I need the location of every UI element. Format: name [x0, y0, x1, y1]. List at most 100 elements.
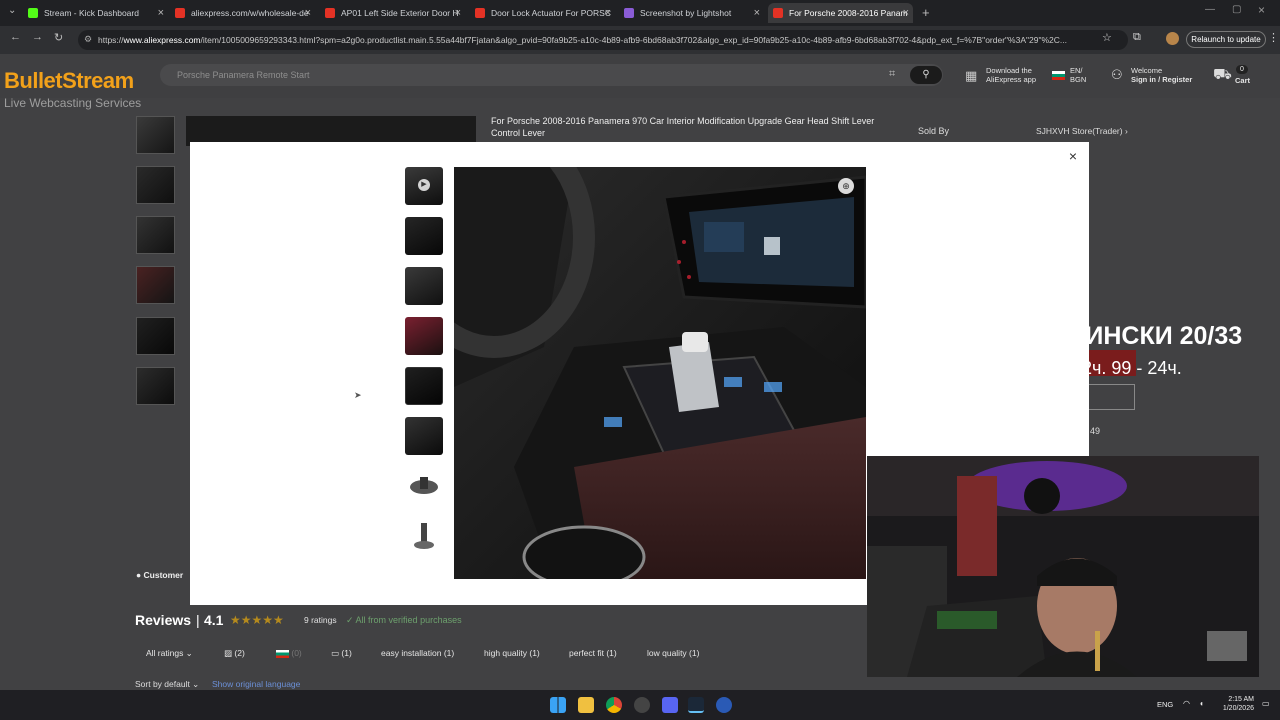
modal-thumbnail-selected[interactable]: [405, 367, 443, 405]
filter-high-quality[interactable]: high quality (1): [484, 646, 540, 661]
bulgaria-flag-icon: [1052, 71, 1065, 80]
add-to-cart-box[interactable]: [1086, 384, 1135, 410]
filter-photos-count: (2): [234, 648, 245, 658]
close-window-icon[interactable]: ×: [1258, 3, 1265, 17]
sold-by-label: Sold By: [918, 126, 950, 136]
relaunch-button[interactable]: Relaunch to update: [1186, 31, 1266, 48]
menu-dots-icon[interactable]: ⋮: [1268, 31, 1279, 44]
store-name-link[interactable]: SJHXVH Store(Trader) ›: [1036, 126, 1128, 136]
file-explorer-icon[interactable]: [578, 697, 594, 713]
bulletstream-logo: BulletStream: [4, 68, 134, 93]
tab-label: AP01 Left Side Exterior Door H: [341, 8, 459, 18]
image-search-icon[interactable]: ⌗: [889, 68, 895, 81]
modal-main-image[interactable]: [454, 167, 866, 579]
zoom-icon[interactable]: ⊕: [838, 178, 854, 194]
show-original-language-link[interactable]: Show original language: [212, 679, 300, 689]
filter-low-quality[interactable]: low quality (1): [647, 646, 699, 661]
sign-in-register: Sign in / Register: [1131, 75, 1193, 84]
gallery-thumbnail[interactable]: [136, 266, 175, 304]
filter-country[interactable]: (0): [276, 646, 302, 661]
modal-thumbnail[interactable]: [405, 567, 443, 579]
customer-text: Customer: [143, 570, 184, 580]
chrome-icon[interactable]: [606, 697, 622, 713]
steam-icon[interactable]: [688, 697, 704, 713]
gallery-thumbnail[interactable]: [136, 116, 175, 154]
system-clock[interactable]: 2:15 AM 1/20/2026: [1220, 695, 1254, 713]
tab-ap01-door[interactable]: AP01 Left Side Exterior Door H ×: [325, 3, 465, 23]
maximize-icon[interactable]: ▢: [1232, 4, 1241, 15]
tab-label: Screenshot by Lightshot: [640, 8, 732, 18]
url-field[interactable]: https://www.aliexpress.com/item/10050096…: [78, 30, 1128, 50]
gallery-thumbnail[interactable]: [136, 317, 175, 355]
tab-list-icon[interactable]: ⌄: [8, 5, 16, 16]
modal-thumbnail[interactable]: [405, 417, 443, 455]
close-tab-icon[interactable]: ×: [455, 3, 461, 23]
product-title: For Porsche 2008-2016 Panamera 970 Car I…: [491, 116, 875, 138]
modal-thumbnail[interactable]: [405, 217, 443, 255]
location-pin-icon: ●: [136, 570, 142, 580]
customer-label: ● Customer: [136, 570, 183, 580]
download-line2: AliExpress app: [986, 75, 1037, 84]
site-info-icon[interactable]: ⚙: [84, 34, 92, 45]
search-button[interactable]: ⚲: [910, 66, 942, 84]
url-prefix: https://: [98, 35, 124, 45]
site-header: Porsche Panamera Remote Start ⌗ ⚲ ▦ Down…: [0, 54, 1280, 98]
windows-start-icon[interactable]: [550, 697, 566, 713]
extension-icon[interactable]: ⧉: [1133, 31, 1141, 44]
verified-purchases: ✓ All from verified purchases: [346, 615, 462, 626]
sign-in-link[interactable]: Welcome Sign in / Register: [1131, 66, 1192, 84]
download-app-link[interactable]: Download the AliExpress app: [986, 66, 1036, 84]
cart-label[interactable]: Cart: [1235, 76, 1250, 85]
volume-icon[interactable]: ◖: [1199, 699, 1204, 708]
aliexpress-icon: [773, 7, 783, 18]
modal-thumbnail[interactable]: [405, 517, 443, 555]
notification-icon[interactable]: ▭: [1262, 699, 1270, 708]
close-tab-icon[interactable]: ×: [903, 3, 909, 23]
close-icon[interactable]: ×: [1066, 149, 1080, 163]
search-input[interactable]: Porsche Panamera Remote Start: [160, 64, 943, 86]
sort-dropdown[interactable]: Sort by default ⌄: [135, 679, 199, 690]
new-tab-icon[interactable]: +: [922, 5, 930, 20]
input-language[interactable]: ENG: [1157, 700, 1173, 709]
modal-thumbnail[interactable]: [405, 267, 443, 305]
cart-icon[interactable]: ⛟: [1213, 66, 1232, 85]
gallery-thumbnail[interactable]: [136, 166, 175, 204]
profile-avatar[interactable]: [1166, 32, 1179, 45]
back-icon[interactable]: ←: [10, 31, 21, 43]
modal-thumbnail-video[interactable]: ▶: [405, 167, 443, 205]
close-tab-icon[interactable]: ×: [158, 3, 164, 23]
rating-stars: ★★★★★: [230, 613, 284, 627]
lightshot-icon: [624, 7, 634, 18]
tab-porsche-panamera[interactable]: For Porsche 2008-2016 Panam ×: [768, 3, 913, 23]
filter-perfect-fit[interactable]: perfect fit (1): [569, 646, 617, 661]
minimize-icon[interactable]: —: [1205, 4, 1215, 15]
store-name: SJHXVH Store(Trader): [1036, 126, 1123, 136]
filter-with-photos[interactable]: ▨ (2): [224, 646, 245, 661]
close-tab-icon[interactable]: ×: [605, 3, 611, 23]
modal-thumbnail[interactable]: [405, 317, 443, 355]
aliexpress-icon: [175, 7, 185, 18]
gallery-thumbnail[interactable]: [136, 216, 175, 254]
close-tab-icon[interactable]: ×: [754, 3, 760, 23]
tab-aliexpress-wholesale[interactable]: aliexpress.com/w/wholesale-de ×: [175, 3, 315, 23]
language-currency-selector[interactable]: EN/BGN: [1070, 66, 1086, 84]
tab-kick-dashboard[interactable]: Stream - Kick Dashboard ×: [28, 3, 168, 23]
app-icon[interactable]: [716, 697, 732, 713]
close-tab-icon[interactable]: ×: [305, 3, 311, 23]
play-icon: ▶: [418, 179, 430, 191]
gallery-thumbnail[interactable]: [136, 367, 175, 405]
tab-lightshot[interactable]: Screenshot by Lightshot ×: [624, 3, 764, 23]
streamer-webcam-image: [867, 456, 1259, 677]
bookmark-star-icon[interactable]: ☆: [1102, 31, 1112, 44]
filter-all-ratings[interactable]: All ratings ⌄: [146, 646, 193, 661]
modal-thumbnail[interactable]: [405, 467, 443, 505]
browser-tab-bar: ⌄ Stream - Kick Dashboard × aliexpress.co…: [0, 0, 1280, 26]
tab-door-lock-actuator[interactable]: Door Lock Actuator For PORSC ×: [475, 3, 615, 23]
forward-icon[interactable]: →: [32, 31, 43, 43]
app-icon[interactable]: [634, 697, 650, 713]
discord-icon[interactable]: [662, 697, 678, 713]
filter-with-comments[interactable]: ▭ (1): [331, 646, 352, 661]
filter-easy-installation[interactable]: easy installation (1): [381, 646, 454, 661]
reload-icon[interactable]: ↻: [54, 31, 63, 44]
wifi-icon[interactable]: ◠: [1183, 699, 1190, 708]
